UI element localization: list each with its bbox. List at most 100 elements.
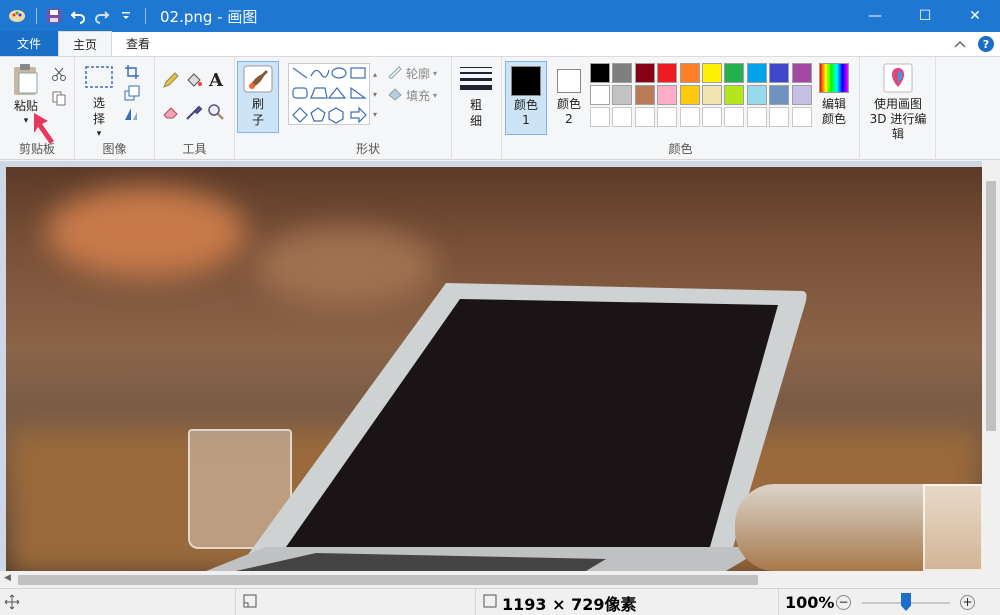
tab-view[interactable]: 查看	[112, 31, 164, 56]
palette-color-swatch[interactable]	[612, 85, 633, 105]
pencil-icon[interactable]	[162, 71, 180, 89]
palette-color-swatch[interactable]	[746, 63, 767, 83]
edit-colors-button[interactable]: 编辑颜色	[814, 63, 854, 127]
rotate-icon[interactable]	[123, 105, 141, 123]
palette-color-swatch[interactable]	[791, 63, 812, 83]
palette-color-swatch[interactable]	[657, 63, 678, 83]
palette-color-swatch[interactable]	[746, 85, 767, 105]
window-controls: — ☐ ✕	[850, 0, 1000, 32]
palette-color-swatch[interactable]	[791, 107, 812, 127]
image-group: 选择 ▾ 图像	[75, 57, 155, 160]
cut-icon[interactable]	[50, 65, 68, 83]
resize-icon[interactable]	[123, 84, 141, 102]
zoom-in-button[interactable]: +	[960, 595, 975, 610]
color2-button[interactable]: 颜色 2	[549, 61, 589, 135]
palette-color-swatch[interactable]	[724, 85, 745, 105]
redo-icon[interactable]	[91, 5, 113, 27]
palette-color-swatch[interactable]	[612, 63, 633, 83]
shapes-gallery[interactable]	[288, 63, 370, 125]
shapes-group-label: 形状	[355, 142, 380, 156]
palette-color-swatch[interactable]	[612, 107, 633, 127]
palette-color-swatch[interactable]	[679, 107, 700, 127]
pointer-arrow-icon	[34, 113, 54, 144]
palette-color-swatch[interactable]	[634, 85, 655, 105]
scroll-thumb[interactable]	[986, 181, 996, 431]
zoom-out-button[interactable]: −	[836, 595, 851, 610]
divider	[36, 8, 37, 24]
fill-icon	[387, 87, 403, 104]
horizontal-scrollbar[interactable]: ◀	[0, 571, 1000, 588]
image-size-field: 1193 × 729像素	[475, 589, 713, 615]
color1-swatch	[511, 66, 541, 96]
image-size-icon	[482, 593, 498, 612]
magnifier-icon[interactable]	[207, 103, 225, 121]
color-picker-icon[interactable]	[185, 103, 203, 121]
undo-icon[interactable]	[67, 5, 89, 27]
palette-color-swatch[interactable]	[702, 85, 722, 105]
color2-label: 颜色 2	[557, 97, 582, 126]
palette-color-swatch[interactable]	[769, 107, 790, 127]
paint3d-icon	[864, 63, 932, 97]
palette-color-swatch[interactable]	[634, 63, 655, 83]
palette-color-swatch[interactable]	[590, 63, 610, 83]
tab-home[interactable]: 主页	[58, 31, 113, 56]
collapse-ribbon-icon[interactable]	[954, 37, 966, 51]
palette-color-swatch[interactable]	[724, 107, 745, 127]
selection-size-field	[235, 589, 475, 615]
help-button[interactable]: ?	[978, 36, 994, 52]
palette-color-swatch[interactable]	[702, 107, 722, 127]
palette-color-swatch[interactable]	[746, 107, 767, 127]
palette-color-swatch[interactable]	[634, 107, 655, 127]
color1-button[interactable]: 颜色 1	[505, 61, 547, 135]
brush-label: 刷子	[251, 97, 264, 127]
scroll-thumb[interactable]	[18, 575, 758, 585]
paint3d-button[interactable]: 使用画图 3D 进行编辑	[864, 63, 932, 142]
edit-colors-label: 编辑颜色	[821, 97, 846, 126]
scroll-left-icon[interactable]: ◀	[4, 573, 11, 583]
minimize-button[interactable]: —	[850, 0, 900, 32]
status-bar: 1193 × 729像素 100% − +	[0, 588, 1000, 615]
fill-bucket-icon[interactable]	[185, 71, 203, 89]
quick-access-toolbar	[0, 0, 152, 32]
palette-color-swatch[interactable]	[769, 85, 790, 105]
save-icon[interactable]	[43, 5, 65, 27]
palette-color-swatch[interactable]	[590, 85, 610, 105]
brush-button[interactable]: 刷子	[237, 61, 279, 133]
copy-icon[interactable]	[50, 89, 68, 107]
brush-icon	[238, 62, 278, 96]
close-button[interactable]: ✕	[950, 0, 1000, 32]
palette-color-swatch[interactable]	[769, 63, 790, 83]
customize-toolbar-icon[interactable]	[115, 5, 137, 27]
tab-file[interactable]: 文件	[0, 31, 58, 56]
palette-color-swatch[interactable]	[724, 63, 745, 83]
palette-color-swatch[interactable]	[590, 107, 610, 127]
shapes-scroll[interactable]: ▴ ▾ ▾	[373, 65, 377, 125]
zoom-level: 100%	[785, 593, 835, 612]
divider	[145, 8, 146, 24]
select-button[interactable]: 选择 ▾	[81, 65, 117, 142]
fill-button[interactable]: 填充 ▾	[387, 87, 437, 104]
size-button[interactable]: 粗细	[458, 65, 494, 129]
palette-color-swatch[interactable]	[679, 85, 700, 105]
paint-app-icon[interactable]	[6, 5, 28, 27]
outline-button[interactable]: 轮廓 ▾	[387, 65, 437, 82]
colors-group: 颜色 1 颜色 2 编辑颜色 颜色	[502, 57, 860, 160]
palette-color-swatch[interactable]	[679, 63, 700, 83]
palette-color-swatch[interactable]	[657, 107, 678, 127]
crop-icon[interactable]	[123, 63, 141, 81]
palette-color-swatch[interactable]	[657, 85, 678, 105]
laptop	[206, 283, 807, 571]
palette-color-swatch[interactable]	[791, 85, 812, 105]
maximize-button[interactable]: ☐	[900, 0, 950, 32]
eraser-icon[interactable]	[162, 103, 180, 121]
color1-label: 颜色 1	[514, 98, 539, 127]
fill-label: 填充	[406, 89, 431, 103]
vertical-scrollbar[interactable]	[982, 161, 1000, 571]
text-tool-icon[interactable]: A	[207, 70, 225, 91]
paint3d-label: 使用画图 3D 进行编辑	[869, 97, 927, 141]
magnified-preview	[735, 484, 1000, 571]
shapes-icon	[292, 67, 367, 124]
select-rectangle-icon	[81, 65, 117, 95]
palette-color-swatch[interactable]	[702, 63, 722, 83]
window-title: 02.png - 画图	[160, 7, 258, 26]
